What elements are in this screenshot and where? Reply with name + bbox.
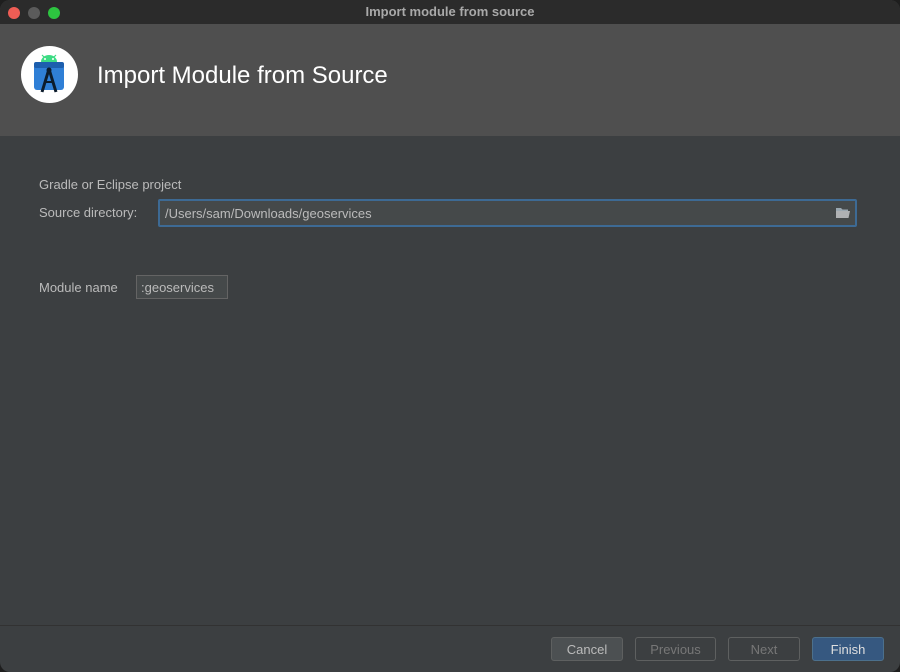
source-directory-input[interactable] (165, 201, 825, 225)
dialog-heading: Import Module from Source (97, 62, 388, 89)
source-directory-field[interactable] (158, 199, 857, 227)
folder-icon[interactable] (835, 206, 851, 220)
source-directory-label: Source directory: (39, 205, 138, 220)
title-bar: Import module from source (0, 0, 900, 25)
project-type-label: Gradle or Eclipse project (39, 177, 182, 192)
previous-button[interactable]: Previous (635, 637, 716, 661)
dialog-header: Import Module from Source (0, 24, 900, 136)
footer-divider (0, 625, 900, 626)
module-name-field[interactable] (136, 275, 228, 299)
import-module-dialog: Import module from source Import Module … (0, 0, 900, 672)
next-button[interactable]: Next (728, 637, 800, 661)
window-title: Import module from source (365, 4, 535, 19)
module-name-input[interactable] (141, 276, 225, 298)
module-name-label: Module name (39, 280, 118, 295)
cancel-button[interactable]: Cancel (551, 637, 623, 661)
finish-button[interactable]: Finish (812, 637, 884, 661)
android-studio-icon (21, 46, 78, 103)
